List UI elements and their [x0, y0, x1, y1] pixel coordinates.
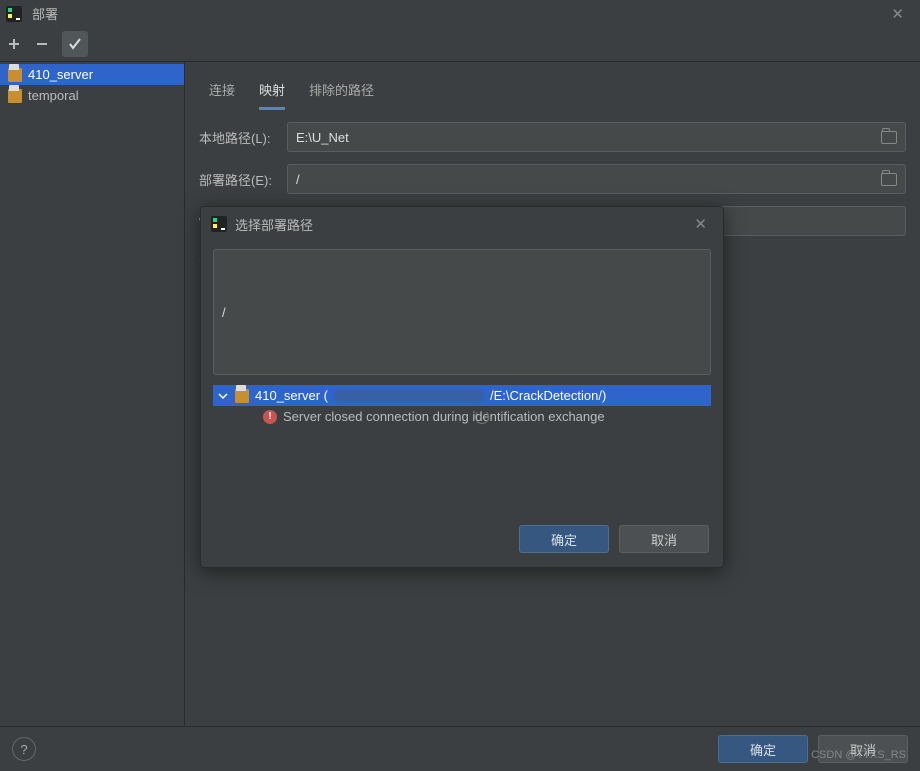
dialog-buttons: 确定 取消	[201, 515, 723, 567]
add-button[interactable]	[0, 30, 28, 58]
tree-server-prefix: 410_server (	[255, 388, 328, 403]
local-path-input-wrap[interactable]	[287, 122, 906, 152]
window-title: 部署	[32, 4, 58, 23]
tabs: 连接 映射 排除的路径	[199, 62, 906, 110]
check-icon	[68, 37, 82, 51]
dialog-path-input-wrap[interactable]	[213, 249, 711, 375]
toolbar	[0, 27, 920, 62]
plus-icon	[7, 37, 21, 51]
sftp-icon	[8, 68, 22, 82]
sidebar-item-label: temporal	[28, 88, 79, 103]
remove-button[interactable]	[28, 30, 56, 58]
chevron-down-icon[interactable]	[217, 390, 229, 402]
sidebar-item-temporal[interactable]: temporal	[0, 85, 184, 106]
deploy-path-row: 部署路径(E):	[199, 164, 906, 194]
dialog-ok-button[interactable]: 确定	[519, 525, 609, 553]
dialog-path-input[interactable]	[222, 305, 702, 320]
cancel-button[interactable]: 取消	[818, 735, 908, 763]
set-default-button[interactable]	[62, 31, 88, 57]
local-path-row: 本地路径(L):	[199, 122, 906, 152]
footer-bar: ? 确定 取消	[0, 726, 920, 771]
minus-icon	[35, 37, 49, 51]
dialog-title: 选择部署路径	[235, 215, 313, 234]
sidebar: 410_server temporal	[0, 62, 185, 726]
dialog-cancel-button[interactable]: 取消	[619, 525, 709, 553]
tree-error-row: ! Server closed connection during identi…	[213, 406, 711, 427]
error-icon: !	[263, 410, 277, 424]
folder-icon[interactable]	[881, 173, 897, 186]
redacted-host	[334, 389, 484, 402]
deploy-path-input[interactable]	[296, 172, 881, 187]
window-title-bar: 部署 ✕	[0, 0, 920, 27]
tab-excluded[interactable]: 排除的路径	[309, 74, 374, 110]
deploy-path-label: 部署路径(E):	[199, 170, 287, 189]
sftp-icon	[235, 389, 249, 403]
dialog-title-bar: 选择部署路径 ✕	[201, 207, 723, 241]
dialog-close-icon[interactable]: ✕	[688, 213, 713, 235]
local-path-input[interactable]	[296, 130, 881, 145]
dialog-tree: 410_server ( /E:\CrackDetection/) ! Serve…	[213, 385, 711, 509]
local-path-label: 本地路径(L):	[199, 128, 287, 147]
error-message: Server closed connection during identifi…	[283, 409, 605, 424]
help-button[interactable]: ?	[12, 737, 36, 761]
tab-connection[interactable]: 连接	[209, 74, 235, 110]
spinner-icon	[475, 410, 489, 424]
pycharm-icon	[211, 216, 227, 232]
deploy-path-input-wrap[interactable]	[287, 164, 906, 194]
pycharm-icon	[6, 6, 22, 22]
sidebar-item-410-server[interactable]: 410_server	[0, 64, 184, 85]
tab-mapping[interactable]: 映射	[259, 74, 285, 110]
choose-path-dialog: 选择部署路径 ✕ 410_server ( /E:\CrackDetection/…	[200, 206, 724, 568]
tree-server-suffix: /E:\CrackDetection/)	[490, 388, 606, 403]
tree-server-row[interactable]: 410_server ( /E:\CrackDetection/)	[213, 385, 711, 406]
sidebar-item-label: 410_server	[28, 67, 93, 82]
folder-icon[interactable]	[881, 131, 897, 144]
close-icon[interactable]: ✕	[881, 1, 914, 27]
ok-button[interactable]: 确定	[718, 735, 808, 763]
sftp-icon	[8, 89, 22, 103]
